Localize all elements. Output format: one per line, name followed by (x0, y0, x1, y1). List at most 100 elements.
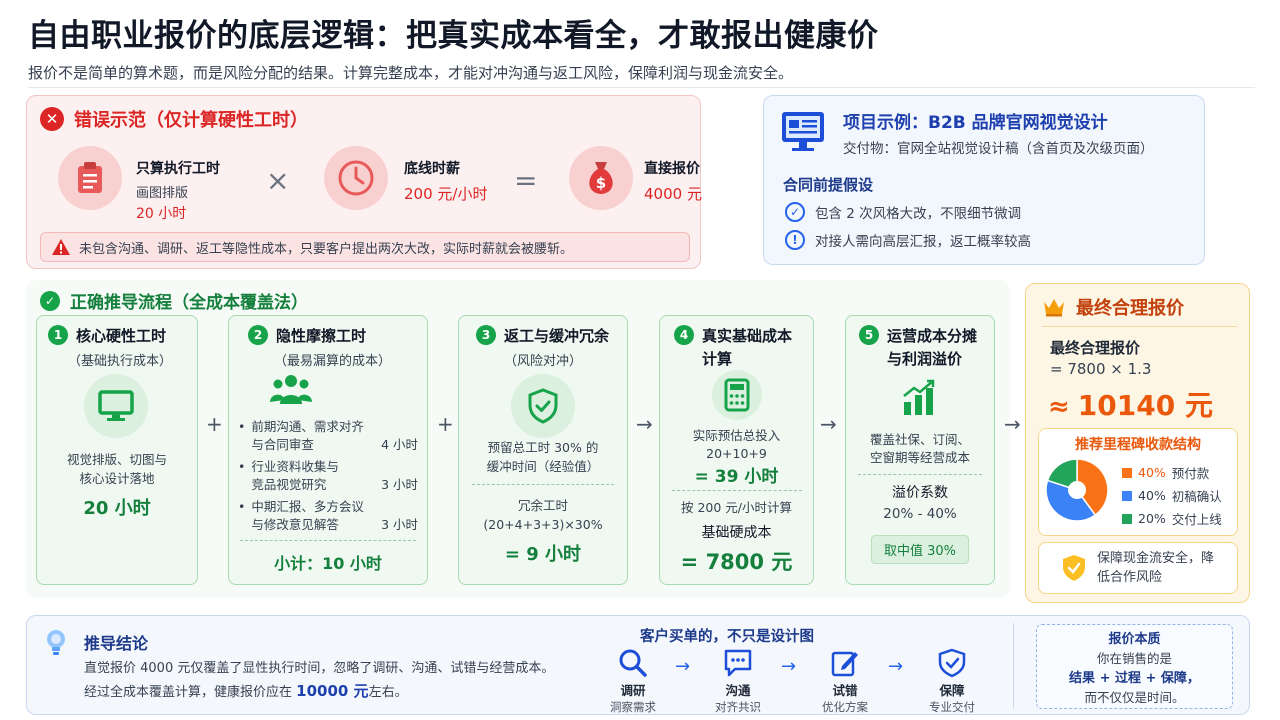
wrong-example-heading: ✕ 错误示范（仅计算硬性工时） (40, 106, 308, 132)
premium-range: 20% - 40% (883, 506, 957, 522)
list-item: •与合同审查4 小时 (238, 436, 418, 454)
step-title-3: 返工与缓冲冗余 (504, 327, 610, 345)
arrow-operator-3: → (1004, 412, 1021, 436)
guarantee-text: 保障现金流安全，降低合作风险 (1097, 551, 1215, 585)
assumptions-title: 合同前提假设 (783, 176, 874, 194)
list-item: • 前期沟通、需求对齐 (238, 419, 364, 434)
assumption-item-1: ✓ 包含 2 次风格大改，不限细节微调 (785, 202, 1021, 222)
times-operator: × (266, 164, 290, 197)
edit-icon (831, 651, 858, 677)
essence-line-2: 结果 + 过程 + 保障， (1069, 671, 1200, 686)
crown-icon (1044, 299, 1064, 317)
conclusion-text: 左右。 (368, 685, 408, 700)
pie-hole (1068, 481, 1086, 499)
step-number-2: 2 (248, 325, 268, 345)
assumption-text-2: 对接人需向高层汇报，返工概率较高 (815, 234, 1031, 250)
title-divider (28, 87, 1255, 88)
list-item-hours: 4 小时 (381, 437, 418, 452)
flow-title: 客户买单的，不只是设计图 (640, 629, 814, 645)
list-item-text: 行业资料收集与 (251, 459, 339, 474)
wrong-item-value-2: 200 元/小时 (404, 185, 488, 203)
wrong-item-sub-1: 画图排版 (136, 186, 189, 201)
svg-text:$: $ (596, 174, 606, 192)
arrow-operator-2: → (820, 412, 837, 436)
step-base-label-4: 基础硬成本 (701, 525, 772, 541)
legend-item-1: 40% 预付款 (1122, 463, 1222, 482)
final-title: 最终合理报价 (1076, 298, 1184, 319)
premium-label: 溢价系数 (892, 485, 948, 501)
legend-value: 40% (1138, 488, 1166, 503)
divider (472, 484, 614, 485)
divider (858, 474, 982, 475)
shield-check-icon (1063, 555, 1085, 581)
arrow-operator-1: → (636, 412, 653, 436)
median-pill: 取中值 30% (871, 535, 970, 564)
legend-value: 40% (1138, 465, 1166, 480)
final-value: ≈ 10140 元 (1048, 384, 1213, 424)
final-value-text: 10140 元 (1077, 389, 1213, 422)
step-desc-5a: 覆盖社保、订阅、 (869, 432, 970, 447)
step-formula-3: (20+4+3+3)×30% (483, 517, 603, 532)
step-title-2: 隐性摩擦工时 (276, 327, 367, 345)
step-rate-4: 按 200 元/小时计算 (680, 500, 793, 515)
divider (672, 490, 802, 491)
step-title-5: 运营成本分摊 (887, 327, 978, 345)
list-item-text: 竞品视觉研究 (251, 477, 327, 492)
project-deliverable: 交付物：官网全站视觉设计稿（含首页及次级页面） (843, 141, 1154, 157)
essence-title: 报价本质 (1108, 632, 1161, 647)
hidden-cost-list: •前期沟通、需求对齐 •与合同审查4 小时 •行业资料收集与 •竞品视觉研究3 … (238, 418, 418, 534)
clipboard-icon (58, 146, 122, 210)
lightbulb-icon (44, 628, 68, 662)
conclusion-title: 推导结论 (84, 634, 149, 653)
step-desc-3b: 缓冲时间（经验值） (486, 459, 600, 474)
warning-banner: 未包含沟通、调研、返工等隐性成本，只要客户提出两次大改，实际时薪就会被腰斩。 (40, 232, 690, 262)
wrong-item-value-1: 20 小时 (136, 206, 187, 222)
final-label: 最终合理报价 (1050, 339, 1141, 357)
flow-label: 沟通 (725, 683, 751, 698)
final-heading: 最终合理报价 (1042, 294, 1184, 320)
step-sub-1: （基础执行成本） (68, 354, 173, 369)
wrong-item-label-1: 只算执行工时 (136, 161, 220, 177)
divider (1042, 326, 1237, 327)
clock-icon (324, 146, 388, 210)
page-subtitle: 报价不是简单的算术题，而是风险分配的结果。计算完整成本，才能对冲沟通与返工风险，… (28, 64, 794, 82)
flow-sub: 专业交付 (929, 700, 975, 714)
step-desc-3a: 预留总工时 30% 的 (487, 440, 599, 455)
step-number-4: 4 (674, 325, 694, 345)
list-item-text: 与修改意见解答 (251, 517, 339, 532)
assumption-text-1: 包含 2 次风格大改，不限细节微调 (815, 206, 1022, 222)
flow-item-trial: 试错 优化方案 (819, 648, 871, 715)
step-value-3: = 9 小时 (504, 544, 582, 565)
correct-flow-title: 正确推导流程（全成本覆盖法） (70, 293, 308, 313)
exclamation-circle-icon: ! (785, 230, 805, 250)
shield-icon (938, 648, 966, 678)
plus-operator-1: + (206, 412, 223, 436)
conclusion-highlight: 10000 元 (296, 682, 369, 700)
monitor-icon (84, 374, 148, 438)
step-desc-4a: 实际预估总投入 (692, 428, 781, 443)
guarantee-card: 保障现金流安全，降低合作风险 (1038, 542, 1238, 594)
flow-label: 保障 (939, 683, 965, 698)
conclusion-line-1: 直觉报价 4000 元仅覆盖了显性执行时间，忽略了调研、沟通、试错与经营成本。 (84, 661, 555, 676)
legend-label: 交付上线 (1171, 512, 1222, 527)
step-desc-1b: 核心设计落地 (79, 471, 155, 486)
step-title-1: 核心硬性工时 (76, 327, 167, 345)
step-sub-3: （风险对冲） (503, 354, 582, 369)
flow-item-guarantee: 保障 专业交付 (926, 648, 978, 715)
error-x-icon: ✕ (40, 107, 64, 131)
step-formula-label-3: 冗余工时 (517, 498, 568, 513)
step-heading-1: 1 核心硬性工时 (48, 325, 166, 347)
legend-swatch (1122, 467, 1132, 478)
flow-item-research: 调研 洞察需求 (610, 648, 656, 715)
legend-swatch (1122, 490, 1132, 501)
chat-icon (724, 649, 752, 677)
divider (1013, 623, 1014, 709)
check-circle-icon: ✓ (785, 202, 805, 222)
step-title-4b: 计算 (702, 350, 733, 368)
step-heading-3: 3 返工与缓冲冗余 (476, 325, 609, 347)
wrong-item-label-3: 直接报价 (644, 161, 700, 177)
conclusion-line-2: 经过全成本覆盖计算，健康报价应在 10000 元左右。 (84, 680, 408, 701)
step-subtotal-2: 小计：10 小时 (274, 554, 382, 573)
list-item-hours: 3 小时 (381, 517, 418, 532)
legend-item-2: 40% 初稿确认 (1122, 486, 1222, 505)
